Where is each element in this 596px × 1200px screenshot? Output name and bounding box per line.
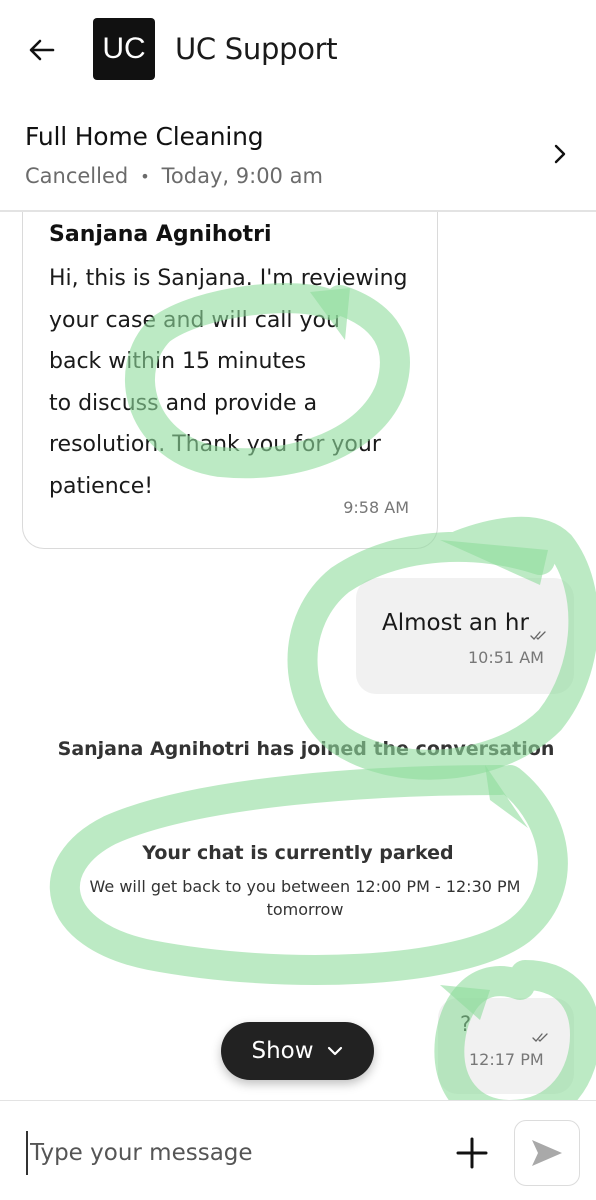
parked-notice-subtitle: We will get back to you between 12:00 PM…: [89, 877, 521, 919]
parked-notice-title: Your chat is currently parked: [142, 842, 454, 864]
meta-separator: •: [140, 166, 150, 186]
booking-summary[interactable]: Full Home Cleaning Cancelled • Today, 9:…: [0, 104, 596, 212]
back-button[interactable]: [22, 30, 62, 70]
show-button-label: Show: [251, 1038, 314, 1064]
booking-title: Full Home Cleaning: [25, 122, 264, 151]
agent-name: Sanjana Agnihotri: [49, 222, 272, 247]
arrow-left-icon: [29, 39, 55, 61]
app-header: UC UC Support: [0, 0, 596, 104]
system-joined-message: Sanjana Agnihotri has joined the convers…: [57, 738, 555, 760]
page-title: UC Support: [175, 32, 338, 66]
show-button[interactable]: Show: [221, 1022, 374, 1080]
plus-icon[interactable]: [454, 1135, 490, 1171]
user-message-time: 12:17 PM: [469, 1050, 544, 1069]
chevron-right-icon: [554, 144, 566, 164]
user-message-bubble: Almost an hr 10:51 AM: [356, 578, 574, 694]
chevron-down-icon: [327, 1046, 342, 1056]
double-check-icon: [530, 631, 546, 640]
send-button[interactable]: [514, 1120, 580, 1186]
user-message-time: 10:51 AM: [468, 648, 544, 667]
agent-message-bubble: Sanjana Agnihotri Hi, this is Sanjana. I…: [22, 212, 438, 549]
user-message-text: Almost an hr: [382, 610, 529, 636]
message-composer: [0, 1100, 596, 1200]
message-input[interactable]: [26, 1131, 426, 1175]
agent-message-text: Hi, this is Sanjana. I'm reviewing your …: [49, 266, 408, 499]
agent-message-time: 9:58 AM: [343, 498, 409, 517]
uc-logo: UC: [93, 18, 155, 80]
user-message-bubble: ? 12:17 PM: [438, 998, 574, 1094]
booking-schedule: Today, 9:00 am: [161, 164, 323, 188]
booking-meta: Cancelled • Today, 9:00 am: [25, 164, 323, 188]
double-check-icon: [532, 1033, 548, 1042]
user-message-text: ?: [460, 1012, 472, 1036]
send-icon: [532, 1140, 562, 1166]
booking-status: Cancelled: [25, 164, 129, 188]
chat-area[interactable]: Sanjana Agnihotri Hi, this is Sanjana. I…: [0, 212, 596, 1100]
